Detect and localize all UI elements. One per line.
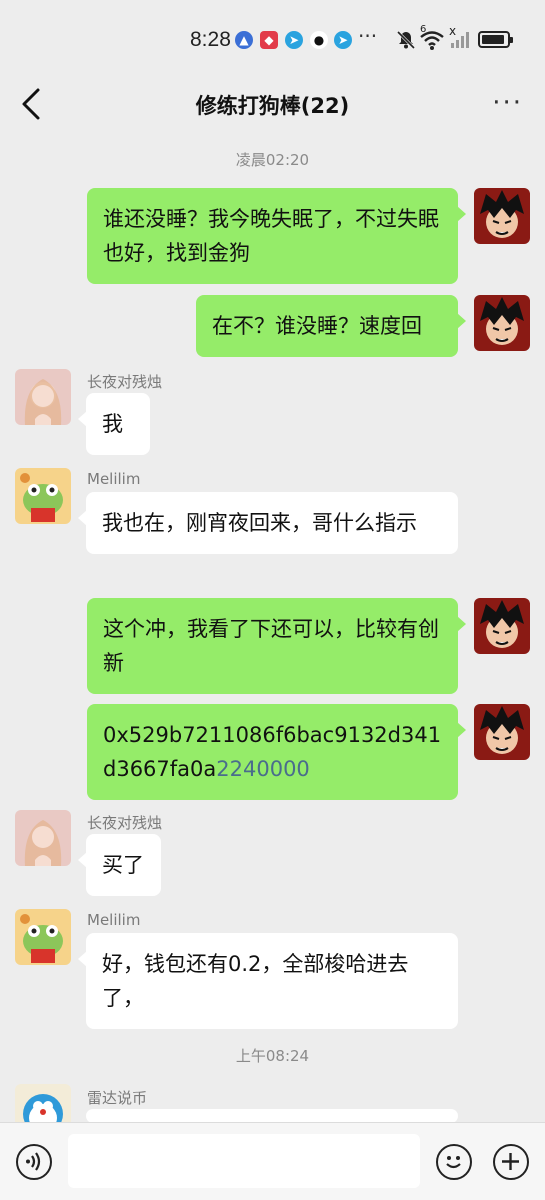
sender-name: Melilim <box>87 470 141 488</box>
more-options-icon[interactable]: ··· <box>492 88 523 118</box>
emoji-button[interactable] <box>436 1144 472 1180</box>
chat-header: 修练打狗棒(22) ··· <box>0 80 545 128</box>
voice-input-button[interactable] <box>16 1144 52 1180</box>
message-bubble-other[interactable]: 我也在，刚宵夜回来，哥什么指示 <box>78 492 458 554</box>
more-notifications-icon: ··· <box>358 24 378 48</box>
number-link[interactable]: 2240000 <box>216 757 310 781</box>
message-bubble-other[interactable]: 买了 <box>78 834 161 896</box>
sender-name: 长夜对残烛 <box>87 814 163 832</box>
self-avatar[interactable] <box>474 704 530 760</box>
message-bubble-self[interactable]: 这个冲，我看了下还可以，比较有创新 <box>87 598 466 694</box>
voice-wave-icon <box>26 1152 41 1171</box>
chat-title: 修练打狗棒(22) <box>195 94 350 118</box>
time-separator: 凌晨02:20 <box>235 151 310 169</box>
mute-bell-icon <box>396 30 416 50</box>
sender-name: Melilim <box>87 911 141 929</box>
telegram-icon: ➤ <box>285 31 303 49</box>
network-type-label: 6 <box>420 24 427 35</box>
input-bar <box>0 1122 545 1200</box>
app-notification-icon: ▲ <box>235 31 253 49</box>
sender-name: 雷达说币 <box>87 1089 148 1107</box>
member-avatar[interactable] <box>15 810 71 866</box>
status-bar: 8:28 ▲ ◆ ➤ ● ➤ ··· 6 x <box>0 0 545 80</box>
smiley-icon <box>446 1156 461 1169</box>
battery-icon <box>478 31 513 48</box>
message-bubble-self[interactable]: 谁还没睡？我今晚失眠了，不过失眠也好，找到金狗 <box>87 188 466 284</box>
message-input[interactable] <box>68 1134 420 1188</box>
more-functions-button[interactable] <box>493 1144 529 1180</box>
message-bubble-self[interactable]: 0x529b7211086f6bac9132d341d3667fa0a22400… <box>87 704 466 800</box>
plus-icon <box>502 1153 519 1170</box>
message-bubble-other[interactable] <box>78 1109 458 1143</box>
time-separator: 上午08:24 <box>235 1047 310 1065</box>
member-avatar[interactable] <box>15 909 71 965</box>
member-avatar[interactable] <box>15 369 71 425</box>
cell-signal-icon <box>451 32 469 48</box>
telegram-icon-2: ➤ <box>334 31 352 49</box>
self-avatar[interactable] <box>474 295 530 351</box>
member-avatar[interactable] <box>15 468 71 524</box>
message-bubble-other[interactable]: 我 <box>78 393 150 455</box>
message-bubble-other[interactable]: 好，钱包还有0.2，全部梭哈进去了， <box>78 933 458 1029</box>
self-avatar[interactable] <box>474 598 530 654</box>
qq-icon: ● <box>310 31 328 49</box>
message-bubble-self[interactable]: 在不？谁没睡？速度回 <box>196 295 466 357</box>
sender-name: 长夜对残烛 <box>87 373 163 391</box>
shop-notification-icon: ◆ <box>260 31 278 49</box>
self-avatar[interactable] <box>474 188 530 244</box>
status-time: 8:28 <box>190 28 231 51</box>
